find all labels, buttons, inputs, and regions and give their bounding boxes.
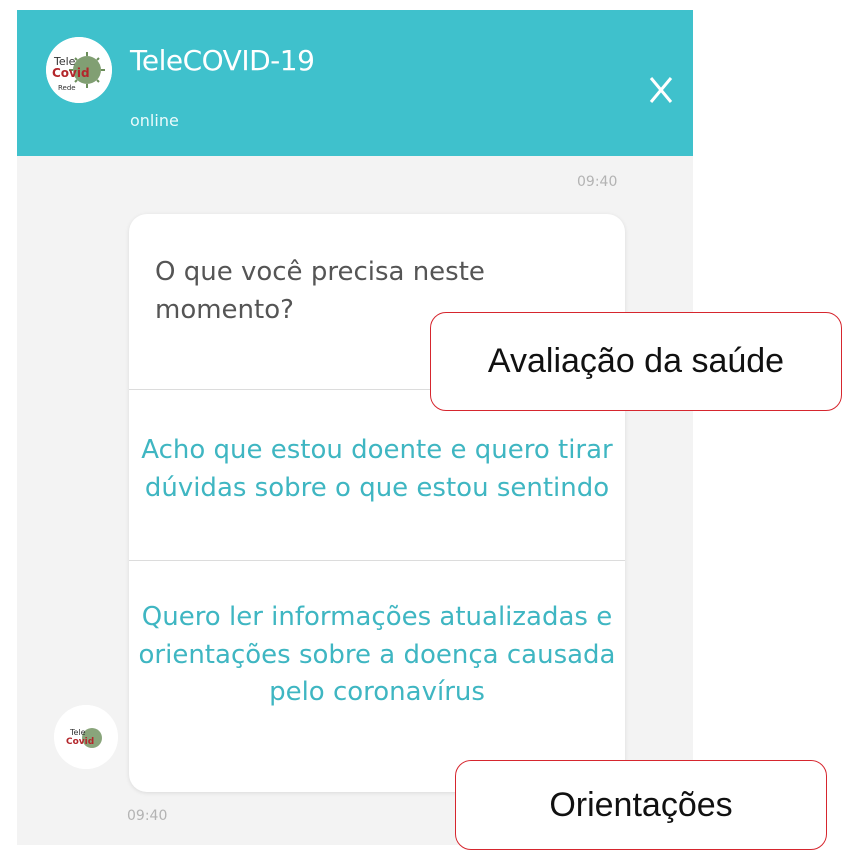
chat-title: TeleCOVID-19 bbox=[130, 44, 315, 77]
svg-text:Covid: Covid bbox=[66, 737, 94, 747]
option-read-information[interactable]: Quero ler informações atualizadas e orie… bbox=[137, 599, 617, 712]
option-divider bbox=[129, 560, 625, 561]
close-button[interactable] bbox=[643, 72, 679, 108]
chat-status: online bbox=[130, 111, 179, 130]
telecovid-logo-avatar: Tele Covid Rede bbox=[46, 37, 112, 103]
svg-text:Tele: Tele bbox=[69, 728, 86, 737]
bot-message-card: O que você precisa neste momento? Acho q… bbox=[129, 214, 625, 792]
message-timestamp: 09:40 bbox=[577, 174, 618, 190]
annotation-callout-guidance: Orientações bbox=[455, 760, 827, 850]
svg-text:Covid: Covid bbox=[52, 66, 90, 80]
telecovid-logo-icon: Tele Covid Rede bbox=[46, 37, 112, 103]
svg-text:Rede: Rede bbox=[58, 84, 76, 92]
telecovid-logo-icon: Tele Covid bbox=[54, 705, 118, 769]
bot-avatar: Tele Covid bbox=[54, 705, 118, 769]
close-icon bbox=[649, 77, 673, 103]
chat-header: Tele Covid Rede TeleCOVID-19 online bbox=[17, 10, 693, 156]
annotation-callout-health-assessment: Avaliação da saúde bbox=[430, 312, 842, 411]
chat-window: Tele Covid Rede TeleCOVID-19 online 09:4… bbox=[17, 10, 693, 845]
message-timestamp: 09:40 bbox=[127, 808, 168, 824]
option-health-assessment[interactable]: Acho que estou doente e quero tirar dúvi… bbox=[137, 432, 617, 507]
